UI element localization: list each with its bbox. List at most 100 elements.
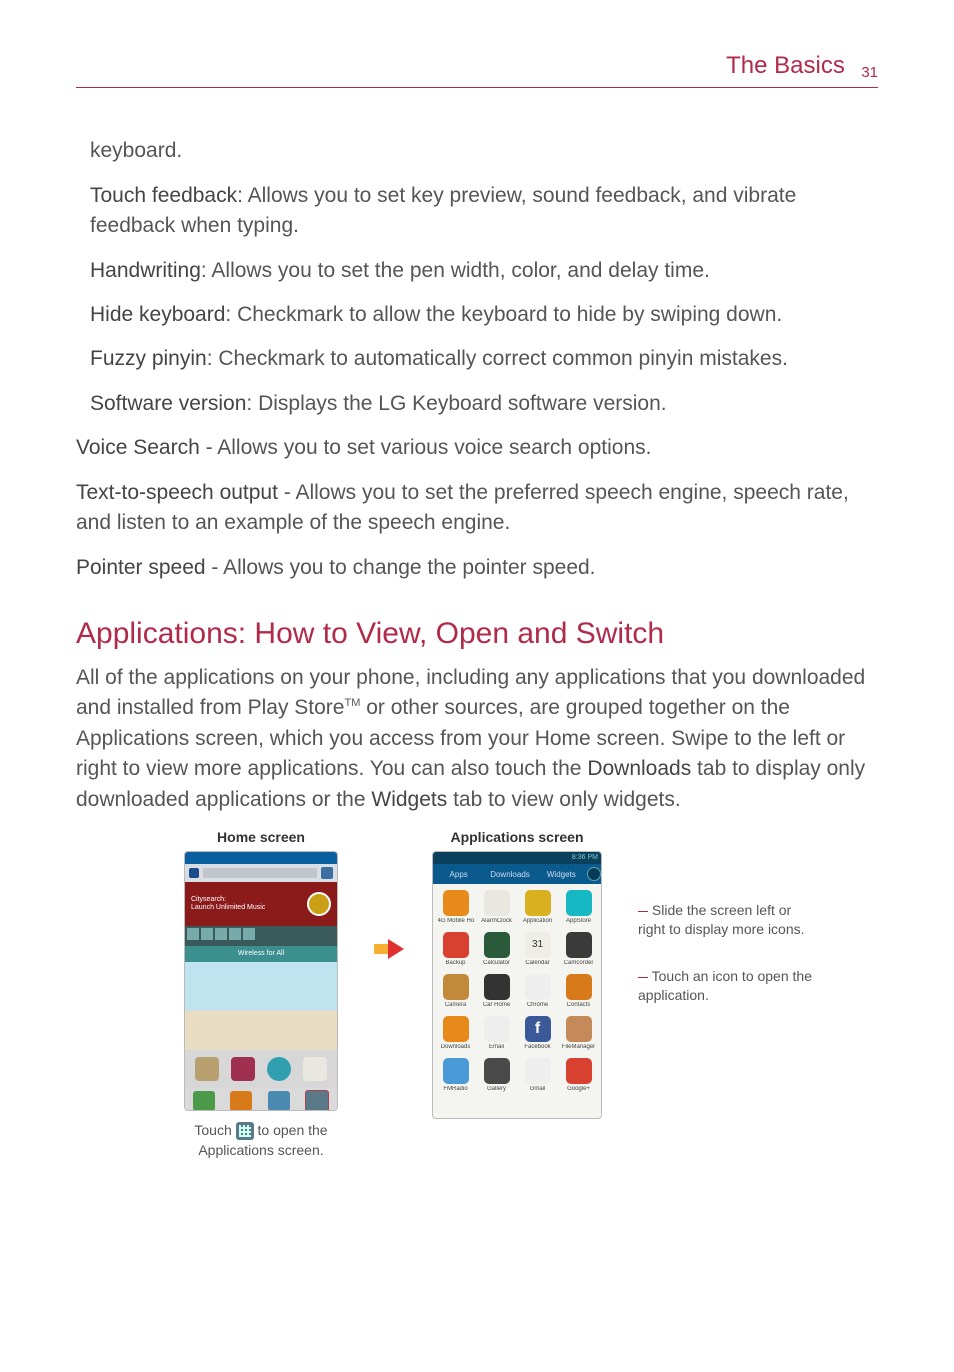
app-icon: 31: [525, 932, 551, 958]
app-label: Google+: [567, 1086, 590, 1092]
tab-downloads: Downloads: [484, 870, 535, 879]
app-icon: [566, 890, 592, 916]
touch-feedback-item: Touch feedback: Allows you to set key pr…: [90, 181, 878, 242]
callout-slide: Slide the screen left or right to displa…: [638, 901, 818, 939]
app-item: f Facebook: [519, 1016, 556, 1050]
app-label: Downloads: [441, 1044, 471, 1050]
app-item: Google+: [560, 1058, 597, 1092]
dock-browser-icon: [267, 1057, 291, 1081]
app-icon: [484, 1058, 510, 1084]
app-label: Email: [489, 1044, 504, 1050]
hide-keyboard-desc: : Checkmark to allow the keyboard to hid…: [225, 303, 782, 326]
apps-screen-caption: Applications screen: [450, 829, 583, 845]
handwriting-item: Handwriting: Allows you to set the pen w…: [90, 256, 878, 286]
contacts-icon: [230, 1091, 252, 1111]
app-icon: [525, 890, 551, 916]
voice-search-term: Voice Search: [76, 436, 200, 459]
app-icon: [443, 1016, 469, 1042]
app-label: Facebook: [524, 1044, 550, 1050]
app-icon: [525, 974, 551, 1000]
dock: [185, 1050, 337, 1088]
app-item: Gmail: [519, 1058, 556, 1092]
search-field: [203, 868, 317, 878]
dock-music-icon: [231, 1057, 255, 1081]
app-item: AppStore: [560, 890, 597, 924]
app-item: Application: [519, 890, 556, 924]
dock-play-icon: [303, 1057, 327, 1081]
fuzzy-pinyin-item: Fuzzy pinyin: Checkmark to automatically…: [90, 344, 878, 374]
app-label: 4G Mobile Hotspot: [438, 918, 474, 924]
hide-keyboard-item: Hide keyboard: Checkmark to allow the ke…: [90, 300, 878, 330]
wireless-banner: Wireless for All: [185, 946, 337, 962]
home-touch-caption: Touch to open the Applications screen.: [176, 1121, 346, 1160]
widgets-bold: Widgets: [371, 788, 447, 811]
navbar: [185, 1088, 337, 1111]
app-item: Contacts: [560, 974, 597, 1008]
app-item: 31Calendar: [519, 932, 556, 966]
home-screen-mock: Citysearch: Launch Unlimited Music Wirel…: [184, 851, 338, 1111]
mic-icon: [189, 868, 199, 878]
section-para-d: tab to view only widgets.: [447, 788, 680, 811]
software-version-item: Software version: Displays the LG Keyboa…: [90, 389, 878, 419]
handwriting-term: Handwriting: [90, 259, 201, 282]
app-icon: [484, 1016, 510, 1042]
fuzzy-pinyin-term: Fuzzy pinyin: [90, 347, 207, 370]
app-label: Car Home: [483, 1002, 510, 1008]
apps-tab-bar: Apps Downloads Widgets: [433, 864, 601, 884]
app-icon: [484, 890, 510, 916]
app-item: Gallery: [478, 1058, 515, 1092]
flag-widget: [185, 926, 337, 946]
page-header: The Basics 31: [76, 52, 878, 88]
app-icon: [566, 1016, 592, 1042]
touch-feedback-term: Touch feedback: [90, 184, 237, 207]
callouts: Slide the screen left or right to displa…: [638, 829, 818, 1005]
tab-apps: Apps: [433, 870, 484, 879]
touch-pre: Touch: [194, 1122, 235, 1138]
app-label: Gallery: [487, 1086, 506, 1092]
app-icon: [566, 1058, 592, 1084]
app-icon: [443, 1058, 469, 1084]
app-label: AlarmClock: [481, 918, 512, 924]
apps-screen-figure: Applications screen 8:36 PM Apps Downloa…: [432, 829, 602, 1119]
hide-keyboard-term: Hide keyboard: [90, 303, 225, 326]
section-title: Applications: How to View, Open and Swit…: [76, 617, 878, 651]
app-item: Backup: [437, 932, 474, 966]
app-label: Chrome: [527, 1002, 548, 1008]
app-item: AlarmClock: [478, 890, 515, 924]
keyboard-trail: keyboard.: [90, 136, 878, 166]
app-label: FileManager: [562, 1044, 595, 1050]
music-banner: Citysearch: Launch Unlimited Music: [185, 882, 337, 926]
voice-search-desc: - Allows you to set various voice search…: [200, 436, 652, 459]
app-icon: f: [525, 1016, 551, 1042]
messaging-icon: [268, 1091, 290, 1111]
header-title: The Basics: [726, 52, 845, 79]
app-label: Camera: [445, 1002, 466, 1008]
dock-contacts-icon: [195, 1057, 219, 1081]
status-bar: [185, 852, 337, 864]
app-item: Chrome: [519, 974, 556, 1008]
app-icon: [484, 932, 510, 958]
search-bar: [185, 864, 337, 882]
gear-icon: [587, 867, 601, 881]
apps-grid-icon: [236, 1122, 254, 1140]
app-label: FMRadio: [443, 1086, 467, 1092]
app-icon: [566, 932, 592, 958]
trademark: TM: [344, 697, 360, 709]
apps-screen-mock: 8:36 PM Apps Downloads Widgets 4G Mobile…: [432, 851, 602, 1119]
page-number: 31: [861, 64, 878, 81]
app-item: 4G Mobile Hotspot: [437, 890, 474, 924]
callout-touch-icon: Touch an icon to open the application.: [638, 967, 818, 1005]
handwriting-desc: : Allows you to set the pen width, color…: [201, 259, 710, 282]
fuzzy-pinyin-desc: : Checkmark to automatically correct com…: [207, 347, 788, 370]
arrow-icon: [374, 939, 404, 959]
tts-item: Text-to-speech output - Allows you to se…: [76, 478, 878, 539]
app-item: Camera: [437, 974, 474, 1008]
app-icon: [525, 1058, 551, 1084]
app-label: Calculator: [483, 960, 510, 966]
app-label: Backup: [445, 960, 465, 966]
software-version-term: Software version: [90, 392, 246, 415]
banner-text: Citysearch: Launch Unlimited Music: [191, 896, 265, 913]
banner-play-icon: [307, 892, 331, 916]
app-item: Camcorder: [560, 932, 597, 966]
app-icon: [443, 890, 469, 916]
